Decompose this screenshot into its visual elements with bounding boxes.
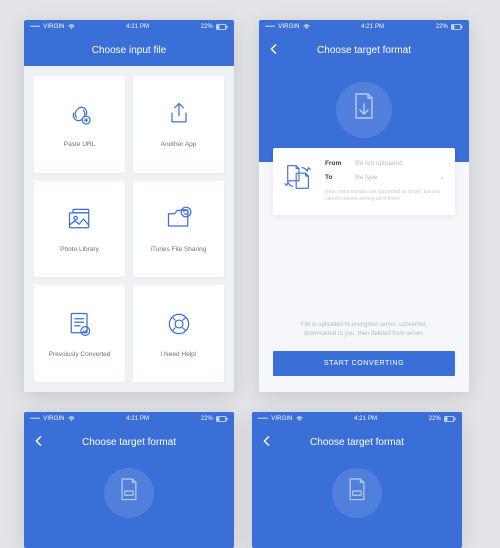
to-label: To — [325, 174, 349, 181]
nav-bar: Choose input file — [24, 34, 234, 66]
file-download-icon — [350, 92, 378, 129]
screen-choose-target: VIRGIN 4:21 PM 22% Choose target format — [259, 20, 469, 392]
wifi-icon — [296, 416, 303, 422]
tile-help[interactable]: I Need Help! — [133, 285, 224, 382]
battery-label: 22% — [201, 24, 213, 30]
chevron-down-icon: ⌄ — [439, 173, 445, 181]
from-value: file not uploaded — [355, 160, 445, 167]
tile-itunes-file-sharing[interactable]: iTunes File Sharing — [133, 181, 224, 278]
signal-dots-icon — [30, 416, 40, 422]
file-type-icon — [345, 477, 369, 510]
nav-bar: Choose target format — [259, 34, 469, 66]
nav-bar: Choose target format — [24, 426, 234, 458]
tile-label: iTunes File Sharing — [151, 246, 207, 253]
from-row[interactable]: From file not uploaded — [325, 160, 445, 167]
tile-label: Photo Library — [60, 246, 99, 253]
signal-dots-icon — [265, 24, 275, 30]
carrier-label: VIRGIN — [43, 24, 64, 30]
carrier-label: VIRGIN — [278, 24, 299, 30]
hero-circle — [336, 82, 392, 138]
battery-icon — [216, 24, 228, 30]
screen-choose-input: VIRGIN 4:21 PM 22% Choose input file — [24, 20, 234, 392]
file-type-icon — [117, 477, 141, 510]
battery-icon — [216, 416, 228, 422]
hero-circle — [332, 468, 382, 518]
wifi-icon — [68, 416, 75, 422]
clock-label: 4:21 PM — [126, 416, 149, 422]
status-bar: VIRGIN 4:21 PM 22% — [24, 412, 234, 426]
from-label: From — [325, 160, 349, 167]
link-plus-icon — [66, 100, 94, 133]
back-button[interactable] — [34, 435, 43, 449]
conversion-card: From file not uploaded To file type ⌄ No… — [273, 148, 455, 215]
tile-label: I Need Help! — [160, 351, 196, 358]
status-bar: VIRGIN 4:21 PM 22% — [24, 20, 234, 34]
carrier-label: VIRGIN — [43, 416, 64, 422]
tile-photo-library[interactable]: Photo Library — [34, 181, 125, 278]
photo-library-icon — [66, 205, 94, 238]
back-button[interactable] — [262, 435, 271, 449]
tile-label: Prevoiusly Converted — [49, 351, 111, 358]
battery-icon — [444, 416, 456, 422]
tile-paste-url[interactable]: Paste URL — [34, 76, 125, 173]
info-text: File is uploaded to encrypted server, co… — [259, 321, 469, 351]
signal-dots-icon — [258, 416, 268, 422]
wifi-icon — [303, 24, 310, 30]
document-check-icon — [66, 310, 94, 343]
back-button[interactable] — [269, 43, 278, 57]
status-bar: VIRGIN 4:21 PM 22% — [259, 20, 469, 34]
page-title: Choose target format — [310, 437, 404, 448]
battery-label: 22% — [436, 24, 448, 30]
page-title: Choose input file — [92, 45, 167, 56]
signal-dots-icon — [30, 24, 40, 30]
tile-previously-converted[interactable]: Prevoiusly Converted — [34, 285, 125, 382]
tile-label: Paste URL — [64, 141, 95, 148]
start-converting-button[interactable]: START CONVERTING — [273, 351, 455, 376]
card-hint: Note: more formats are supported as targ… — [325, 189, 445, 203]
nav-bar: Choose target format — [252, 426, 462, 458]
screen-4-partial: VIRGIN 4:21 PM 22% Choose target format — [252, 412, 462, 548]
hero-circle — [104, 468, 154, 518]
tile-label: Another App — [161, 141, 197, 148]
status-bar: VIRGIN 4:21 PM 22% — [252, 412, 462, 426]
to-row[interactable]: To file type ⌄ — [325, 173, 445, 181]
carrier-label: VIRGIN — [271, 416, 292, 422]
input-source-grid: Paste URL Another App Photo Library iTun… — [24, 66, 234, 392]
tile-another-app[interactable]: Another App — [133, 76, 224, 173]
wifi-icon — [68, 24, 75, 30]
lifebuoy-icon — [165, 310, 193, 343]
file-swap-icon — [283, 160, 315, 203]
battery-label: 22% — [201, 416, 213, 422]
page-title: Choose target format — [82, 437, 176, 448]
clock-label: 4:21 PM — [354, 416, 377, 422]
battery-label: 22% — [429, 416, 441, 422]
folder-sync-icon — [165, 205, 193, 238]
clock-label: 4:21 PM — [361, 24, 384, 30]
share-icon — [165, 100, 193, 133]
screen-3-partial: VIRGIN 4:21 PM 22% Choose target format — [24, 412, 234, 548]
clock-label: 4:21 PM — [126, 24, 149, 30]
battery-icon — [451, 24, 463, 30]
to-value: file type — [355, 174, 433, 181]
page-title: Choose target format — [317, 45, 411, 56]
